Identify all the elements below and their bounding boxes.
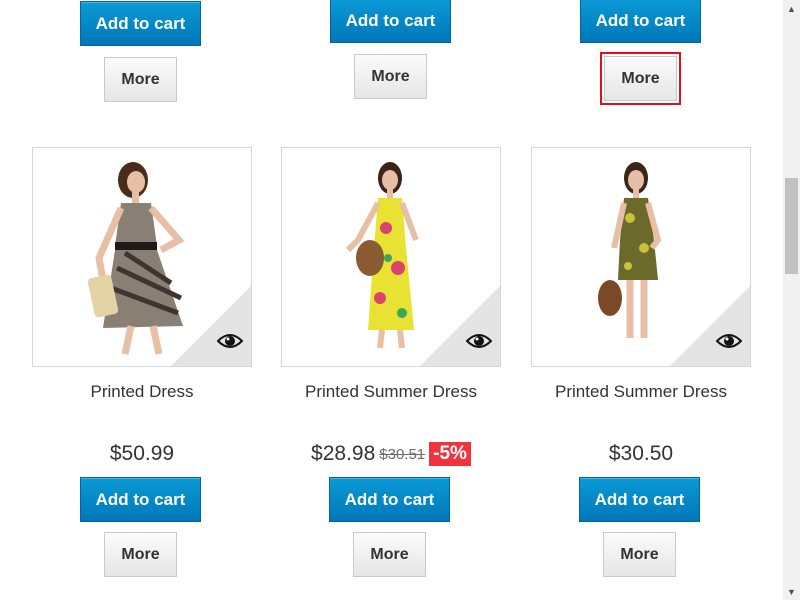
product-name[interactable]: Printed Summer Dress (281, 382, 501, 402)
product-price: $28.98 (311, 442, 376, 465)
add-to-cart-button[interactable]: Add to cart (579, 477, 700, 522)
product-card: Printed Summer Dress $28.98 $30.51 -5% A… (281, 147, 501, 587)
add-to-cart-button[interactable]: Add to cart (80, 1, 201, 46)
discount-badge: -5% (429, 442, 471, 466)
more-button[interactable]: More (603, 532, 676, 577)
scroll-down-arrow-icon[interactable]: ▼ (783, 583, 800, 600)
product-card: Printed Dress $50.99 Add to cart More (32, 147, 252, 587)
top-product-actions-3: Add to cart More (532, 0, 752, 110)
product-image-link[interactable] (32, 147, 252, 367)
add-to-cart-button[interactable]: Add to cart (580, 0, 701, 43)
vertical-scrollbar[interactable]: ▲ ▼ (783, 0, 800, 600)
top-product-actions-2: Add to cart More (282, 0, 502, 110)
eye-icon[interactable] (716, 332, 742, 350)
add-to-cart-button[interactable]: Add to cart (329, 477, 450, 522)
add-to-cart-button[interactable]: Add to cart (80, 477, 201, 522)
product-list: Add to cart More Add to cart More Add to… (0, 0, 783, 600)
more-button[interactable]: More (104, 57, 177, 102)
eye-icon[interactable] (217, 332, 243, 350)
add-to-cart-button[interactable]: Add to cart (330, 0, 451, 43)
product-price: $50.99 (109, 442, 175, 465)
scrollbar-thumb[interactable] (785, 178, 798, 274)
product-card: Printed Summer Dress $30.50 Add to cart … (531, 147, 751, 587)
product-image-link[interactable] (531, 147, 751, 367)
quick-view-corner[interactable] (670, 286, 750, 366)
scroll-up-arrow-icon[interactable]: ▲ (783, 0, 800, 17)
product-name[interactable]: Printed Dress (32, 382, 252, 402)
product-price: $30.50 (608, 442, 674, 465)
more-button[interactable]: More (104, 532, 177, 577)
old-price: $30.51 (379, 445, 426, 463)
more-button-focused[interactable]: More (600, 52, 681, 105)
product-image-link[interactable] (281, 147, 501, 367)
quick-view-corner[interactable] (171, 286, 251, 366)
more-button[interactable]: More (354, 54, 427, 99)
quick-view-corner[interactable] (420, 286, 500, 366)
price-row: $50.99 (32, 442, 252, 466)
price-row: $28.98 $30.51 -5% (281, 442, 501, 466)
top-product-actions-1: Add to cart More (32, 0, 252, 110)
more-button[interactable]: More (353, 532, 426, 577)
eye-icon[interactable] (466, 332, 492, 350)
price-row: $30.50 (531, 442, 751, 466)
product-name[interactable]: Printed Summer Dress (531, 382, 751, 402)
